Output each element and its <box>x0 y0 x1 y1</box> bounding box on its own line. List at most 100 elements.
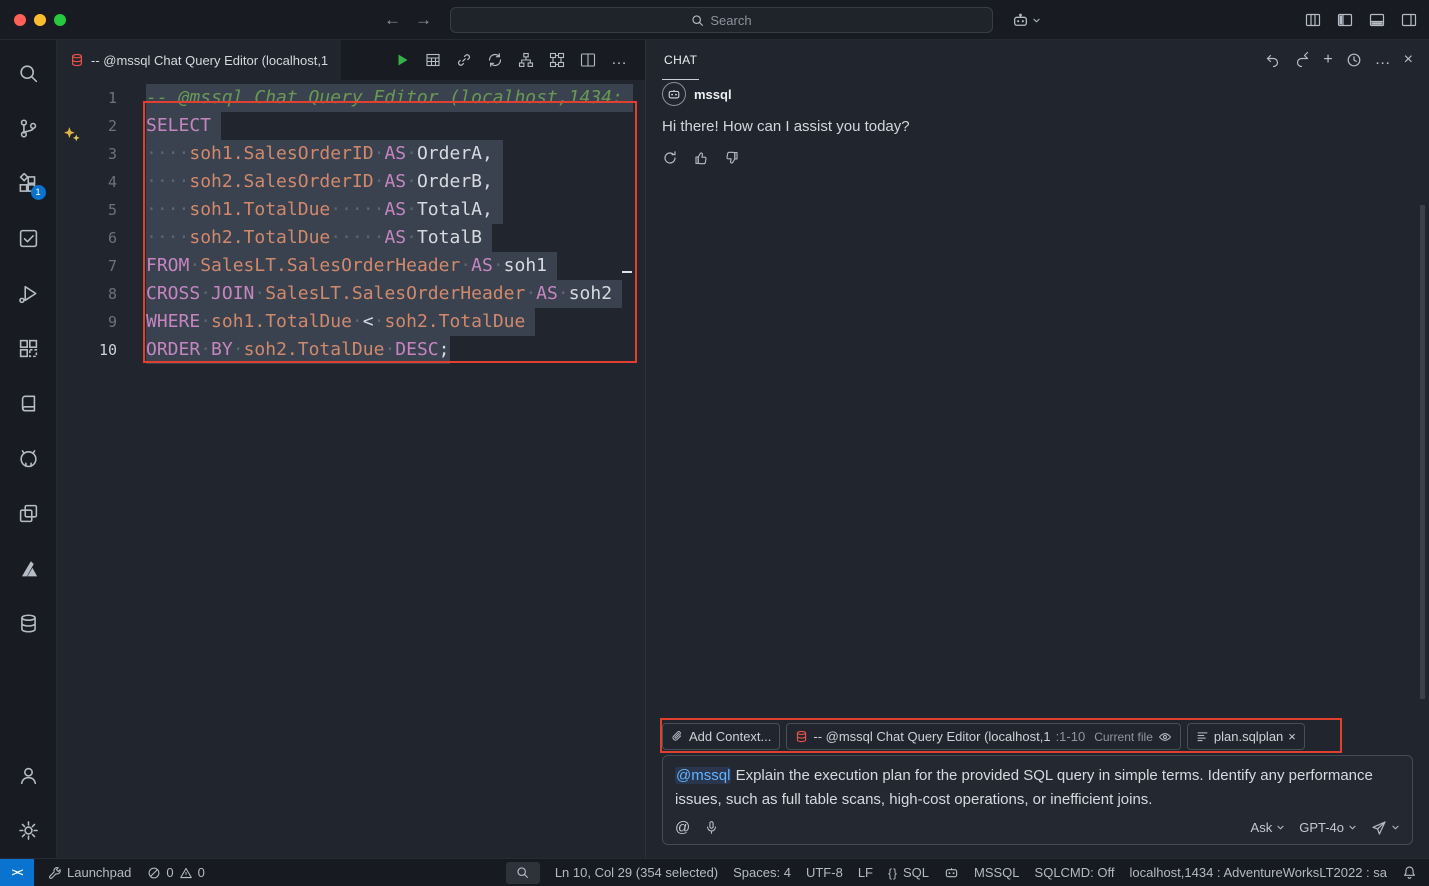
components-activity-button[interactable] <box>0 321 57 376</box>
cursor-position-item[interactable]: Ln 10, Col 29 (354 selected) <box>555 865 718 880</box>
command-center-search[interactable]: Search <box>450 7 993 33</box>
back-button[interactable]: ← <box>384 10 401 30</box>
minimize-window-button[interactable] <box>34 14 46 26</box>
mode-dropdown[interactable]: Ask <box>1251 820 1286 835</box>
github-activity-button[interactable] <box>0 431 57 486</box>
chevron-down-icon <box>1276 823 1285 832</box>
toggle-secondary-sidebar-icon[interactable] <box>1401 12 1417 28</box>
add-context-chip[interactable]: Add Context... <box>662 723 780 750</box>
code-lines: 1-- @mssql Chat Query Editor (localhost,… <box>57 84 645 364</box>
model-label: GPT-4o <box>1299 820 1344 835</box>
search-activity-button[interactable] <box>0 46 57 101</box>
selection-newline <box>211 112 221 140</box>
gear-icon <box>18 820 39 841</box>
indentation-item[interactable]: Spaces: 4 <box>733 865 791 880</box>
status-left: Launchpad 0 0 <box>34 865 205 880</box>
tab-chat[interactable]: CHAT <box>662 40 699 80</box>
remote-indicator[interactable]: >< <box>0 859 34 886</box>
remove-context-icon[interactable]: × <box>1288 729 1296 745</box>
code-line[interactable]: 7FROM·SalesLT.SalesOrderHeader·AS·soh1 <box>57 252 645 280</box>
mic-icon[interactable] <box>704 820 719 835</box>
code-line[interactable]: 10ORDER·BY·soh2.TotalDue·DESC; <box>57 336 645 364</box>
estimated-plan-icon[interactable] <box>518 52 534 68</box>
plan-file-chip[interactable]: plan.sqlplan × <box>1187 723 1305 750</box>
copilot-status-icon[interactable] <box>944 865 959 880</box>
history-icon[interactable] <box>1346 52 1362 68</box>
line-number: 5 <box>57 196 117 224</box>
forward-button[interactable]: → <box>415 10 432 30</box>
current-file-chip[interactable]: -- @mssql Chat Query Editor (localhost,1… <box>786 723 1181 750</box>
search-placeholder: Search <box>710 13 751 28</box>
selection-newline <box>482 224 492 252</box>
editor-tab[interactable]: -- @mssql Chat Query Editor (localhost,1 <box>57 40 341 80</box>
mention-button[interactable]: @ <box>675 819 690 836</box>
notebooks-activity-button[interactable] <box>0 376 57 431</box>
zoom-window-button[interactable] <box>54 14 66 26</box>
mssql-activity-button[interactable] <box>0 596 57 651</box>
send-button[interactable] <box>1371 820 1400 836</box>
mssql-mention[interactable]: @mssql <box>675 767 731 784</box>
settings-button[interactable] <box>0 803 57 858</box>
redo-icon[interactable] <box>1294 52 1310 68</box>
run-query-button[interactable] <box>394 52 410 68</box>
customize-layout-icon[interactable] <box>1305 12 1321 28</box>
more-actions-icon[interactable]: … <box>611 52 627 68</box>
close-icon[interactable]: × <box>1404 52 1413 68</box>
chat-scrollbar[interactable] <box>1420 205 1425 699</box>
language-item[interactable]: {} SQL <box>888 865 929 880</box>
toggle-primary-sidebar-icon[interactable] <box>1337 12 1353 28</box>
split-editor-icon[interactable] <box>580 52 596 68</box>
bell-icon[interactable] <box>1402 865 1417 880</box>
eol-item[interactable]: LF <box>858 865 873 880</box>
undo-icon[interactable] <box>1265 52 1281 68</box>
code-line[interactable]: 3····soh1.SalesOrderID·AS·OrderA, <box>57 140 645 168</box>
query-toolbar: … <box>394 40 645 80</box>
copilot-menu[interactable] <box>1012 0 1041 40</box>
code-line[interactable]: 4····soh2.SalesOrderID·AS·OrderB, <box>57 168 645 196</box>
regenerate-icon[interactable] <box>662 150 678 166</box>
sqlcmd-status-item[interactable]: SQLCMD: Off <box>1035 865 1115 880</box>
code-line[interactable]: 5····soh1.TotalDue·····AS·TotalA, <box>57 196 645 224</box>
eye-icon[interactable] <box>1158 730 1172 744</box>
warnings-icon <box>179 866 193 880</box>
line-number: 4 <box>57 168 117 196</box>
launchpad-item[interactable]: Launchpad <box>48 865 131 880</box>
thumbs-down-icon[interactable] <box>724 150 740 166</box>
code-editor[interactable]: 1-- @mssql Chat Query Editor (localhost,… <box>57 80 645 858</box>
results-grid-icon[interactable] <box>425 52 441 68</box>
book-icon <box>18 393 39 414</box>
chat-input-text[interactable]: @mssql Explain the execution plan for th… <box>675 764 1400 812</box>
more-icon[interactable]: … <box>1375 52 1391 68</box>
code-line[interactable]: 9WHERE·soh1.TotalDue·<·soh2.TotalDue <box>57 308 645 336</box>
extensions-button[interactable]: 1 <box>0 156 57 211</box>
mssql-status-item[interactable]: MSSQL <box>974 865 1020 880</box>
chat-input-box[interactable]: @mssql Explain the execution plan for th… <box>662 755 1413 845</box>
azure-activity-button[interactable] <box>0 541 57 596</box>
magnifier-icon <box>516 866 529 879</box>
code-line[interactable]: 8CROSS·JOIN·SalesLT.SalesOrderHeader·AS·… <box>57 280 645 308</box>
source-control-button[interactable] <box>0 101 57 156</box>
problems-item[interactable]: 0 0 <box>147 865 204 880</box>
toggle-panel-icon[interactable] <box>1369 12 1385 28</box>
accounts-button[interactable] <box>0 748 57 803</box>
zoom-indicator[interactable] <box>506 862 540 884</box>
connect-icon[interactable] <box>456 52 472 68</box>
history-nav: ← → <box>384 0 432 40</box>
code-line[interactable]: 2SELECT <box>57 112 645 140</box>
new-chat-icon[interactable]: + <box>1323 52 1332 68</box>
code-line[interactable]: 6····soh2.TotalDue·····AS·TotalB <box>57 224 645 252</box>
actual-plan-icon[interactable] <box>549 52 565 68</box>
code-line[interactable]: 1-- @mssql Chat Query Editor (localhost,… <box>57 84 645 112</box>
chat-panel: CHAT + … × mssql Hi there! How can I ass… <box>645 40 1429 858</box>
connection-status-item[interactable]: localhost,1434 : AdventureWorksLT2022 : … <box>1129 865 1387 880</box>
thumbs-up-icon[interactable] <box>693 150 709 166</box>
close-window-button[interactable] <box>14 14 26 26</box>
model-dropdown[interactable]: GPT-4o <box>1299 820 1357 835</box>
run-debug-activity-button[interactable] <box>0 266 57 321</box>
tasks-activity-button[interactable] <box>0 211 57 266</box>
copilot-sparkle-icon[interactable] <box>62 126 81 143</box>
encoding-item[interactable]: UTF-8 <box>806 865 843 880</box>
chevron-down-icon <box>1348 823 1357 832</box>
remote-explorer-activity-button[interactable] <box>0 486 57 541</box>
change-connection-icon[interactable] <box>487 52 503 68</box>
